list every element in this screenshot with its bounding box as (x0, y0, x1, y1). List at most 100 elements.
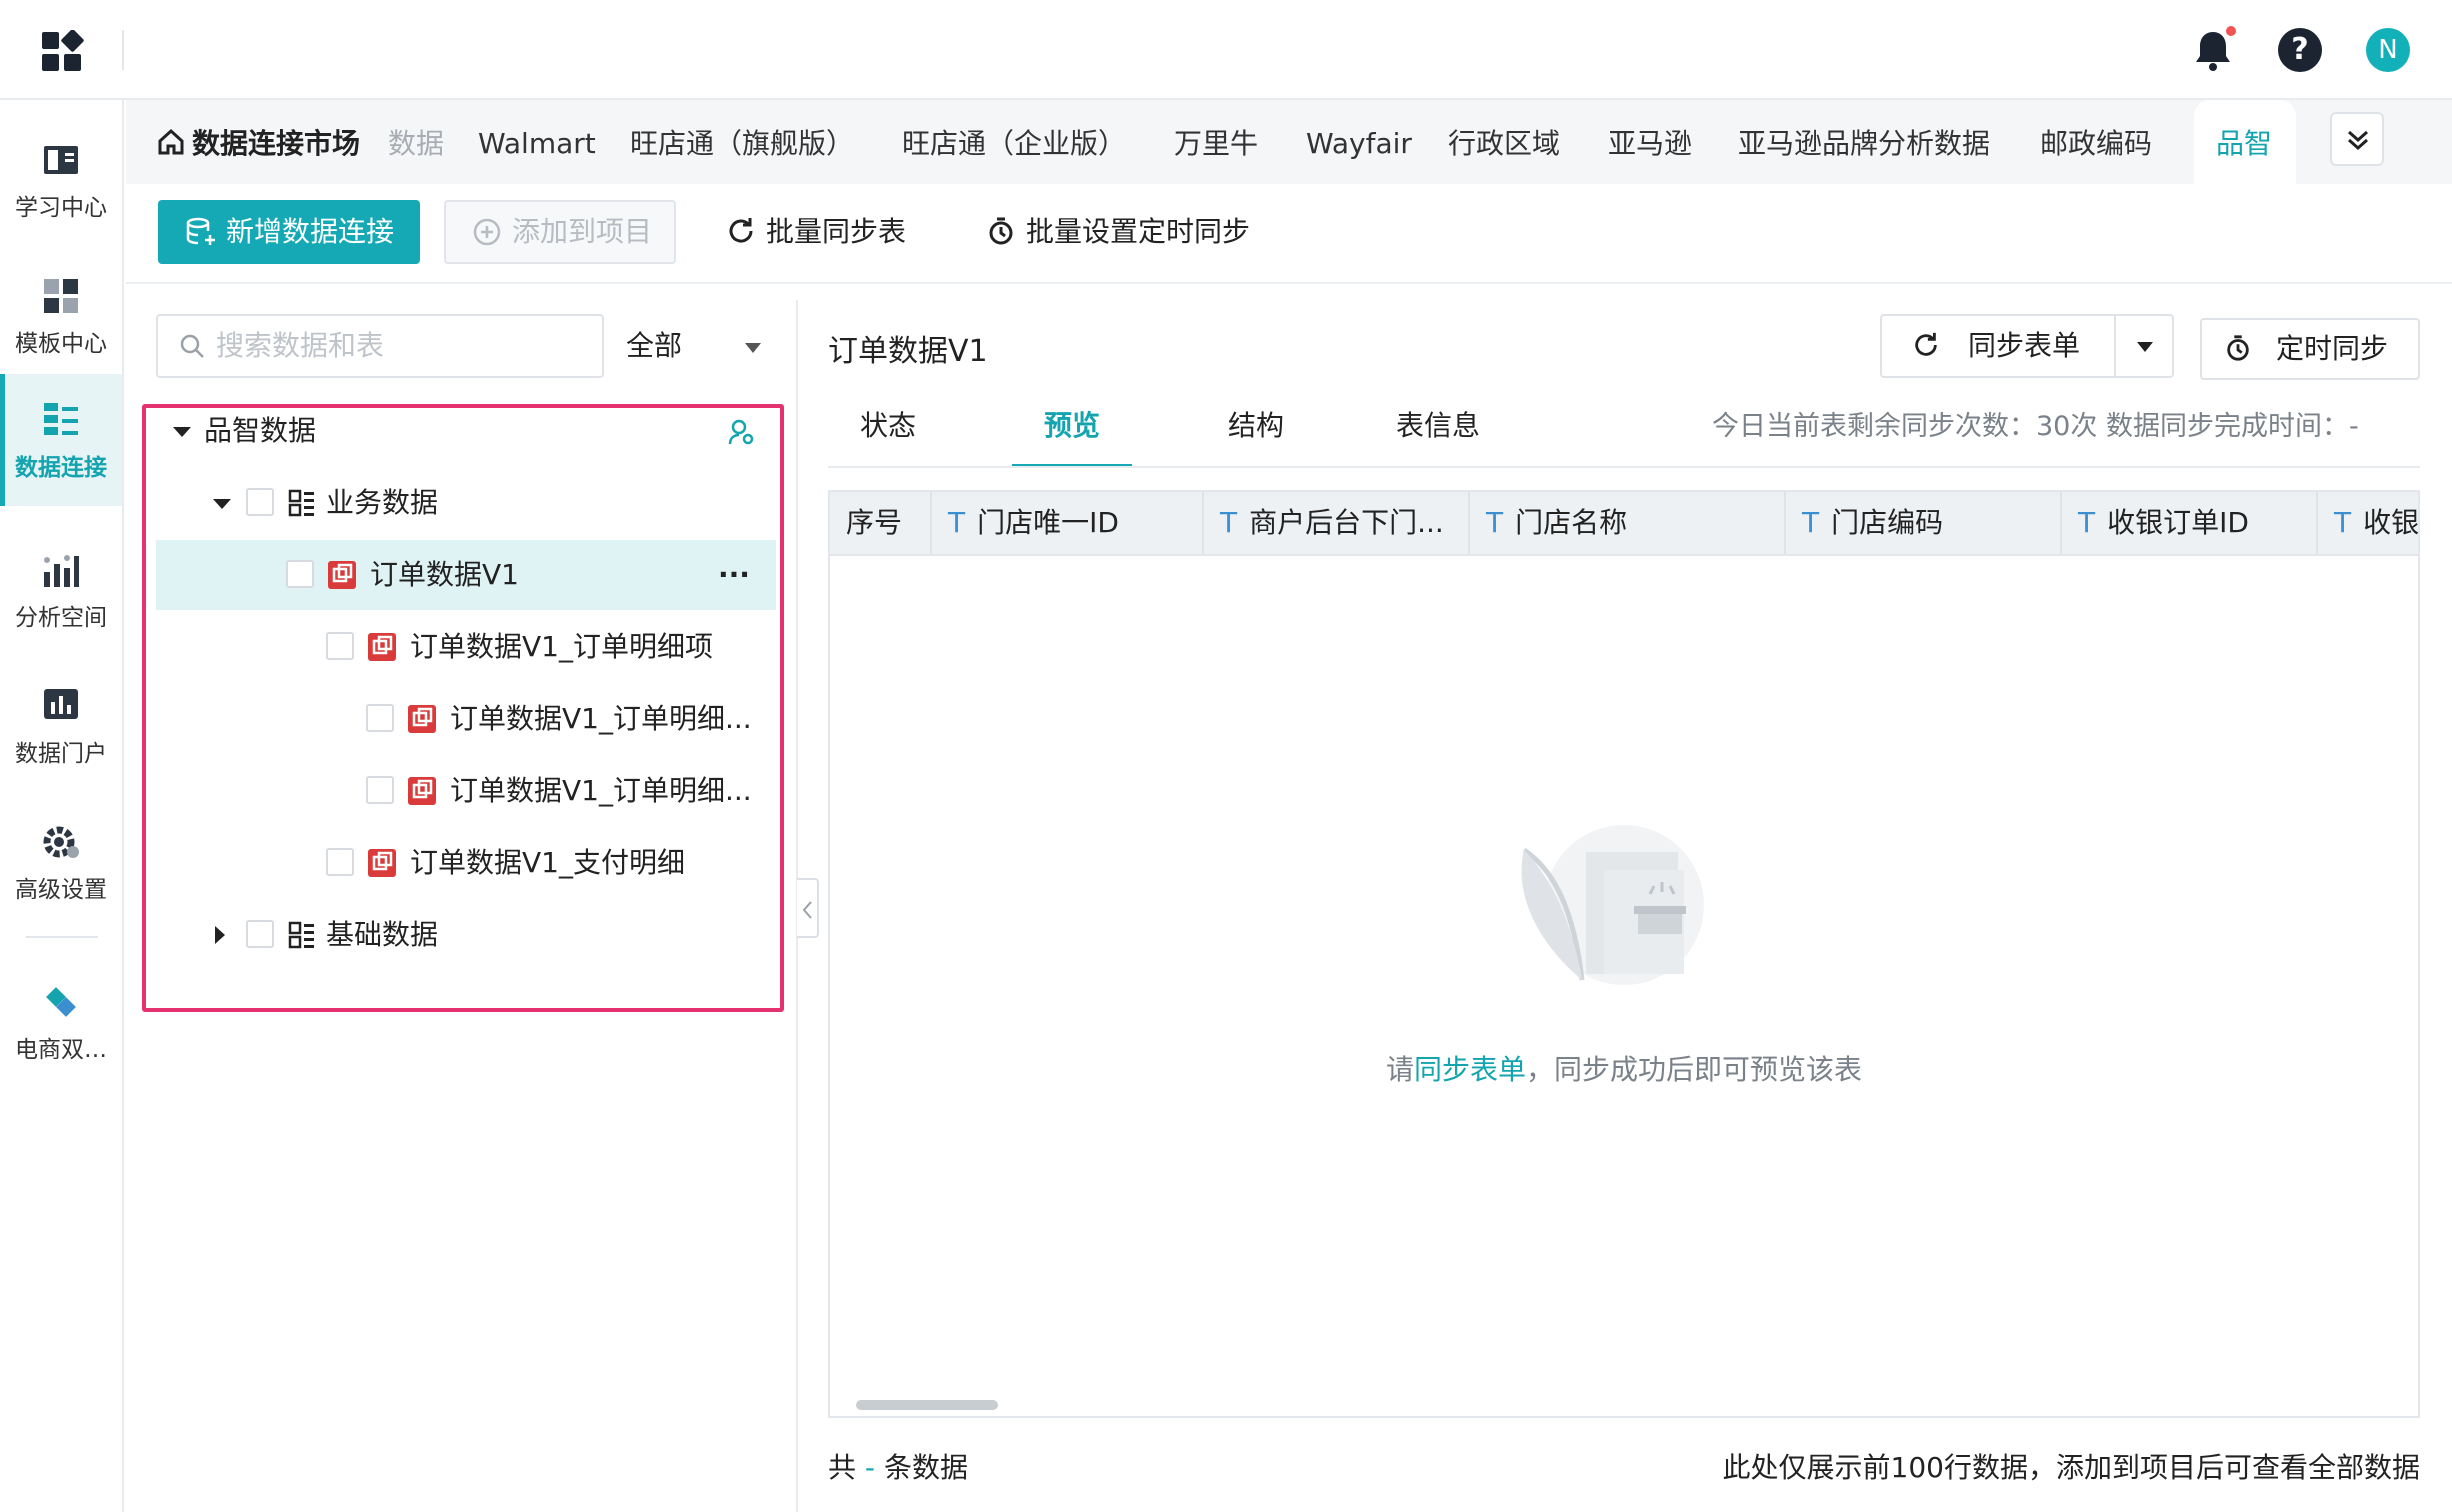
tree-node-group[interactable]: 业务数据 (156, 468, 776, 538)
sync-form-label: 同步表单 (1968, 329, 2081, 362)
checkbox[interactable] (326, 632, 354, 660)
refresh-icon (1912, 331, 1940, 359)
nav-item-analysis[interactable]: 分析空间 (0, 524, 122, 656)
batch-schedule-button[interactable]: 批量设置定时同步 (986, 200, 1250, 264)
column-header[interactable]: 序号 (830, 492, 932, 554)
collapse-panel-button[interactable] (797, 878, 819, 938)
tab-item[interactable]: 亚马逊 (1608, 100, 1692, 184)
checkbox[interactable] (246, 920, 274, 948)
nav-label: 高级设置 (15, 877, 107, 903)
nav-item-settings[interactable]: 高级设置 (0, 796, 122, 928)
tab-item[interactable]: 旺店通（企业版） (902, 100, 1126, 184)
text-type-icon: T (1220, 506, 1238, 539)
tab-item[interactable]: 万里牛 (1174, 100, 1258, 184)
subtab-preview[interactable]: 预览 (1012, 400, 1132, 468)
batch-sync-label: 批量同步表 (766, 215, 907, 248)
template-icon (41, 276, 81, 316)
connector-tabs: 数据连接市场 数据 Walmart 旺店通（旗舰版） 旺店通（企业版） 万里牛 … (126, 100, 2452, 184)
nav-divider (26, 936, 98, 938)
subtab-table-info[interactable]: 表信息 (1396, 400, 1480, 468)
help-icon[interactable]: ? (2278, 28, 2322, 72)
schedule-sync-button[interactable]: 定时同步 (2200, 318, 2420, 380)
more-options-icon[interactable]: ··· (718, 540, 750, 610)
tab-item[interactable]: 邮政编码 (2040, 100, 2152, 184)
nav-item-learning[interactable]: 学习中心 (0, 114, 122, 246)
text-type-icon: T (1486, 506, 1504, 539)
search-input[interactable]: 搜索数据和表 (156, 314, 604, 378)
refresh-icon (726, 216, 756, 246)
text-type-icon: T (2334, 506, 2352, 539)
tab-data-connection-market[interactable]: 数据连接市场 (156, 100, 360, 184)
add-to-project-label: 添加到项目 (512, 215, 653, 248)
tab-item[interactable]: 旺店通（旗舰版） (630, 100, 854, 184)
nav-item-data-portal[interactable]: 数据门户 (0, 660, 122, 792)
column-header[interactable]: T 门店编码 (1786, 492, 2062, 554)
nav-label: 分析空间 (15, 605, 107, 631)
column-header[interactable]: T 收银 (2318, 492, 2418, 554)
tree-node-table[interactable]: 订单数据V1_订单明细... (156, 684, 776, 754)
user-avatar[interactable]: N (2366, 28, 2410, 72)
checkbox[interactable] (286, 560, 314, 588)
nav-item-templates[interactable]: 模板中心 (0, 250, 122, 382)
nav-label: 学习中心 (15, 195, 107, 221)
column-header[interactable]: T 收银订单ID (2062, 492, 2318, 554)
column-header[interactable]: T 门店名称 (1470, 492, 1786, 554)
subtab-structure[interactable]: 结构 (1228, 400, 1284, 468)
diamond-icon (41, 982, 81, 1022)
tab-item[interactable]: Wayfair (1306, 100, 1412, 184)
add-connection-button[interactable]: 新增数据连接 (158, 200, 420, 264)
checkbox[interactable] (246, 488, 274, 516)
tree-label: 基础数据 (326, 918, 439, 951)
tree-node-table[interactable]: 订单数据V1_支付明细 (156, 828, 776, 898)
sync-options-dropdown[interactable] (2114, 314, 2174, 378)
folder-grid-icon (288, 489, 316, 517)
table-icon (408, 705, 436, 733)
search-placeholder: 搜索数据和表 (216, 329, 385, 362)
tree-node-table[interactable]: 订单数据V1_订单明细... (156, 756, 776, 826)
left-nav: 学习中心 模板中心 数据连接 分析空间 数据门户 高级设置 电商双… (0, 100, 124, 1512)
top-divider (122, 30, 124, 70)
tree-label: 订单数据V1_支付明细 (410, 846, 685, 879)
row-count-value: - (864, 1451, 876, 1484)
sync-form-link[interactable]: 同步表单 (1414, 1053, 1526, 1086)
column-header[interactable]: T 门店唯一ID (932, 492, 1204, 554)
tab-pinzhi[interactable]: 品智 (2194, 100, 2296, 184)
tabs-more-button[interactable] (2330, 112, 2384, 166)
nav-label: 数据门户 (15, 741, 107, 767)
add-to-project-button[interactable]: 添加到项目 (444, 200, 676, 264)
tree-label: 订单数据V1 (370, 558, 519, 591)
tree-label: 品智数据 (204, 414, 317, 447)
nav-item-ecommerce[interactable]: 电商双… (0, 956, 122, 1088)
tree-node-root[interactable]: 品智数据 (156, 396, 776, 466)
tree-node-group[interactable]: 基础数据 (156, 900, 776, 970)
user-settings-icon[interactable] (728, 418, 756, 446)
app-grid-icon[interactable] (40, 30, 84, 74)
tree-node-table[interactable]: 订单数据V1_订单明细项 (156, 612, 776, 682)
column-header[interactable]: T 商户后台下门... (1204, 492, 1470, 554)
gear-icon (41, 822, 81, 862)
tab-item[interactable]: Walmart (478, 100, 596, 184)
checkbox[interactable] (366, 704, 394, 732)
batch-schedule-label: 批量设置定时同步 (1026, 215, 1251, 248)
bar-chart-icon (41, 686, 81, 726)
checkbox[interactable] (326, 848, 354, 876)
subtab-status[interactable]: 状态 (860, 400, 916, 468)
tab-item[interactable]: 数据 (388, 100, 444, 184)
preview-limit-note: 此处仅展示前100行数据，添加到项目后可查看全部数据 (1722, 1451, 2420, 1484)
checkbox[interactable] (366, 776, 394, 804)
timer-icon (2224, 334, 2252, 362)
tree-node-selected[interactable]: 订单数据V1 ··· (156, 540, 776, 610)
batch-sync-button[interactable]: 批量同步表 (726, 200, 906, 264)
table-icon (408, 777, 436, 805)
nav-item-data-connection[interactable]: 数据连接 (0, 374, 122, 506)
chevron-left-icon (801, 900, 813, 920)
tab-item[interactable]: 行政区域 (1448, 100, 1560, 184)
filter-dropdown[interactable]: 全部 (626, 314, 774, 378)
empty-suffix: ，同步成功后即可预览该表 (1526, 1053, 1863, 1086)
tab-item[interactable]: 亚马逊品牌分析数据 (1738, 100, 1990, 184)
table-icon (328, 561, 356, 589)
top-bar (0, 0, 2452, 100)
empty-state-message: 请同步表单，同步成功后即可预览该表 (1100, 1048, 2148, 1088)
sync-form-button[interactable]: 同步表单 (1880, 314, 2116, 378)
horizontal-scrollbar[interactable] (856, 1400, 998, 1410)
